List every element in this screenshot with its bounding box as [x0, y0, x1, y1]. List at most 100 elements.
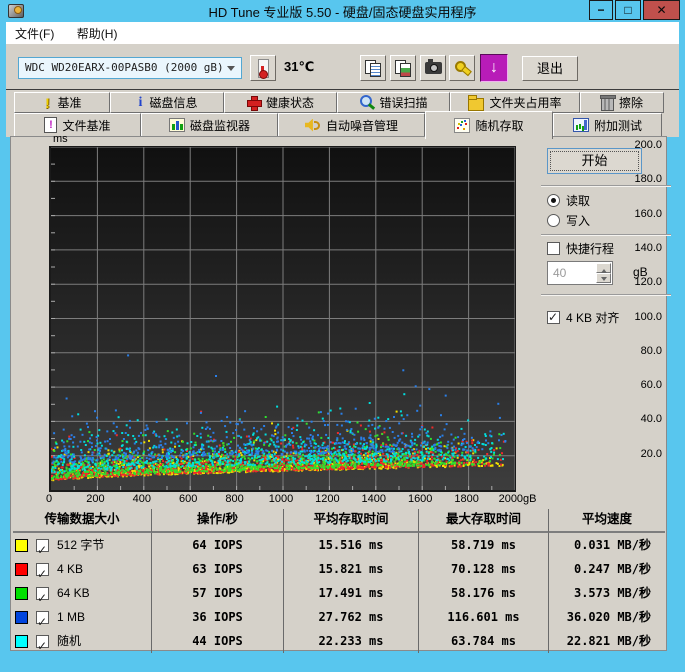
y-axis-unit: ms: [53, 133, 68, 145]
series-checkbox[interactable]: [36, 586, 49, 610]
temperature-button[interactable]: [250, 55, 276, 81]
capacity-value: 40: [553, 266, 567, 280]
exit-button[interactable]: 退出: [522, 56, 578, 81]
align-checkbox[interactable]: [547, 310, 560, 324]
tab-file-benchmark[interactable]: ! 文件基准: [14, 113, 141, 137]
copy-image-button[interactable]: [390, 55, 416, 81]
write-radio-row[interactable]: 写入: [547, 212, 590, 229]
y-tick-label: 40.0: [640, 413, 662, 426]
tab-random-access[interactable]: 随机存取: [425, 111, 553, 139]
tab-disk-monitor[interactable]: 磁盘监视器: [141, 113, 278, 137]
cell-avg: 15.821 ms: [283, 557, 418, 581]
close-button[interactable]: ✕: [643, 0, 680, 20]
cell-speed: 3.573 MB/秒: [548, 581, 665, 605]
maximize-button[interactable]: □: [615, 0, 641, 20]
cell-max: 116.601 ms: [418, 605, 548, 629]
screenshot-button[interactable]: [420, 55, 446, 81]
cell-max: 63.784 ms: [418, 629, 548, 653]
menu-help[interactable]: 帮助(H): [68, 22, 127, 45]
spin-down-button[interactable]: [596, 273, 611, 283]
options-button[interactable]: [449, 55, 475, 81]
tab-label: 附加测试: [593, 118, 642, 133]
series-color-swatch: [15, 586, 28, 600]
cell-avg: 17.491 ms: [283, 581, 418, 605]
align-label: 4 KB 对齐: [566, 311, 620, 325]
series-label: 1 MB: [57, 610, 86, 624]
camera-icon: [424, 59, 442, 74]
x-tick-label: 1000: [268, 493, 294, 505]
cell-iops: 64 IOPS: [151, 533, 283, 557]
series-label: 4 KB: [57, 562, 84, 576]
tab-health[interactable]: 健康状态: [224, 92, 337, 113]
spinner-buttons: [596, 263, 611, 283]
copy-text-icon: [365, 60, 381, 77]
cell-avg: 27.762 ms: [283, 605, 418, 629]
copy-text-button[interactable]: [360, 55, 386, 81]
series-checkbox[interactable]: [36, 562, 49, 586]
read-label: 读取: [566, 194, 591, 208]
hd-tune-window: HD Tune 专业版 5.50 - 硬盘/固态硬盘实用程序 − □ ✕ 文件(…: [0, 0, 685, 672]
short-stroke-checkbox[interactable]: [547, 242, 560, 255]
tab-folder-usage[interactable]: 文件夹占用率: [450, 92, 580, 113]
capacity-unit: gB: [633, 265, 648, 279]
series-color-swatch: [15, 562, 28, 576]
start-button[interactable]: 开始: [547, 148, 642, 174]
y-tick-label: 60.0: [640, 379, 662, 392]
read-radio[interactable]: [547, 194, 560, 207]
col-header: 平均速度: [548, 509, 665, 533]
cell-iops: 36 IOPS: [151, 605, 283, 629]
folder-icon: [468, 94, 485, 111]
x-tick-label: 600: [179, 493, 198, 505]
tab-aam[interactable]: 自动噪音管理: [278, 113, 425, 137]
align-row[interactable]: 4 KB 对齐: [547, 309, 619, 326]
tab-extra-tests[interactable]: 附加测试: [553, 113, 662, 137]
capacity-spinner[interactable]: 40: [547, 261, 613, 285]
tab-label: 擦除: [618, 96, 643, 110]
chevron-down-icon: [227, 66, 235, 75]
tab-label: 磁盘监视器: [189, 118, 250, 133]
series-label: 64 KB: [57, 586, 90, 600]
tab-error-scan[interactable]: 错误扫描: [337, 92, 450, 113]
window-title: HD Tune 专业版 5.50 - 硬盘/固态硬盘实用程序: [208, 5, 477, 20]
file-benchmark-icon: !: [44, 117, 58, 133]
tab-benchmark[interactable]: ! 基准: [14, 92, 110, 113]
menu-bar: 文件(F) 帮助(H): [6, 22, 679, 44]
y-tick-label: 140.0: [634, 241, 662, 254]
copy-image-icon: [395, 60, 411, 77]
spin-up-button[interactable]: [596, 263, 611, 273]
cell-max: 58.719 ms: [418, 533, 548, 557]
menu-file[interactable]: 文件(F): [6, 22, 63, 45]
drive-select[interactable]: WDC WD20EARX-00PASB0 (2000 gB): [18, 57, 242, 79]
short-stroke-row[interactable]: 快捷行程: [547, 240, 614, 257]
write-radio[interactable]: [547, 214, 560, 227]
series-checkbox[interactable]: [36, 538, 49, 562]
series-checkbox[interactable]: [36, 610, 49, 634]
table-row-legend: 1 MB: [13, 605, 151, 634]
y-tick-label: 100.0: [634, 310, 662, 323]
keys-icon: [454, 60, 470, 76]
disk-monitor-icon: [168, 118, 185, 132]
tab-disk-info[interactable]: i 磁盘信息: [110, 92, 224, 113]
minimize-button[interactable]: −: [589, 0, 613, 20]
series-checkbox[interactable]: [36, 634, 49, 658]
x-tick-label: 1400: [361, 493, 387, 505]
tab-label: 健康状态: [265, 96, 314, 110]
speaker-icon: [305, 119, 321, 132]
cell-speed: 22.821 MB/秒: [548, 629, 665, 653]
table-row-legend: 512 字节: [13, 533, 151, 562]
cell-max: 70.128 ms: [418, 557, 548, 581]
results-table: 传输数据大小 操作/秒 平均存取时间 最大存取时间 平均速度 512 字节 64…: [13, 509, 665, 658]
table-row-legend: 64 KB: [13, 581, 151, 610]
cell-speed: 0.247 MB/秒: [548, 557, 665, 581]
trash-icon: [599, 94, 616, 111]
read-radio-row[interactable]: 读取: [547, 192, 590, 209]
cell-iops: 63 IOPS: [151, 557, 283, 581]
series-color-swatch: [15, 634, 28, 648]
col-header: 传输数据大小: [13, 509, 151, 533]
tab-erase[interactable]: 擦除: [580, 92, 664, 113]
title-bar[interactable]: HD Tune 专业版 5.50 - 硬盘/固态硬盘实用程序 − □ ✕: [0, 0, 685, 22]
exclamation-icon: !: [45, 94, 50, 111]
download-arrow-button[interactable]: ↓: [480, 54, 508, 82]
cell-iops: 44 IOPS: [151, 629, 283, 653]
temperature-value: 31℃: [284, 59, 315, 74]
